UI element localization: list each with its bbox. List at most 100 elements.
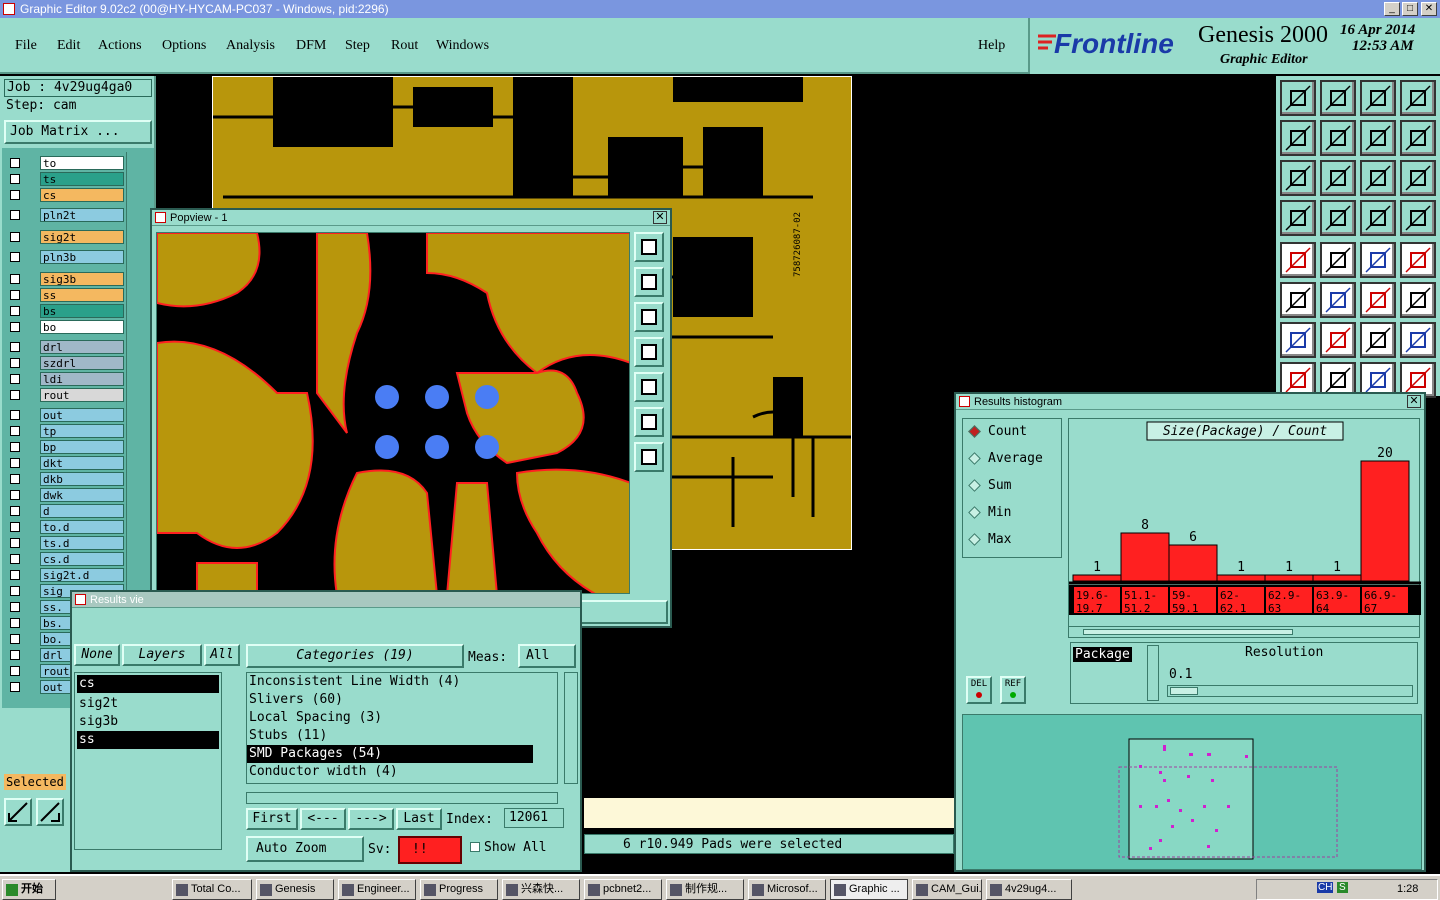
select-icon[interactable]	[1400, 242, 1436, 278]
pv-zoom-icon[interactable]	[634, 232, 664, 262]
layer-row[interactable]: bs	[6, 304, 126, 319]
first-button[interactable]: First	[246, 808, 298, 830]
layer-name[interactable]: sig2t	[40, 230, 124, 244]
result-layer-item[interactable]: ss	[77, 731, 219, 749]
taskbar-item[interactable]: Engineer...	[338, 879, 416, 900]
layer-row[interactable]: bp	[6, 440, 126, 455]
radio-diamond-icon[interactable]	[968, 506, 981, 519]
layer-checkbox[interactable]	[10, 174, 20, 184]
next-button[interactable]: --->	[348, 808, 394, 830]
package-scrollbar[interactable]	[1147, 645, 1159, 701]
layer-checkbox[interactable]	[10, 682, 20, 692]
layer-checkbox[interactable]	[10, 554, 20, 564]
menu-actions[interactable]: Actions	[98, 38, 142, 54]
center-icon[interactable]	[1320, 160, 1356, 196]
histogram-option[interactable]: Min	[966, 503, 1060, 523]
histogram-close-icon[interactable]: ✕	[1407, 395, 1421, 408]
histogram-bar[interactable]	[1312, 574, 1362, 582]
layer-name[interactable]: bp	[40, 440, 124, 454]
angle-icon[interactable]	[1280, 322, 1316, 358]
radio-diamond-icon[interactable]	[968, 479, 981, 492]
layer-checkbox[interactable]	[10, 586, 20, 596]
layer-checkbox[interactable]	[10, 342, 20, 352]
layer-checkbox[interactable]	[10, 602, 20, 612]
category-item[interactable]: Conductor width (4)	[247, 763, 557, 781]
histogram-option[interactable]: Average	[966, 449, 1060, 469]
taskbar-item[interactable]: 4v29ug4...	[986, 879, 1072, 900]
layer-name[interactable]: out	[40, 408, 124, 422]
category-item[interactable]: Inconsistent Line Width (4)	[247, 673, 557, 691]
layer-row[interactable]: drl	[6, 340, 126, 355]
measure-icon[interactable]	[36, 798, 64, 826]
layer-name[interactable]: pln2t	[40, 208, 124, 222]
layer-row[interactable]: pln3b	[6, 250, 126, 265]
histogram-option[interactable]: Count	[966, 422, 1060, 442]
layer-checkbox[interactable]	[10, 410, 20, 420]
taskbar-item[interactable]: Progress	[420, 879, 498, 900]
layer-row[interactable]: pln2t	[6, 208, 126, 223]
move-icon[interactable]	[1360, 282, 1396, 318]
histogram-bar[interactable]	[1216, 574, 1266, 582]
layer-name[interactable]: to.d	[40, 520, 124, 534]
results-layer-list[interactable]: cs sig2t sig3b ss	[74, 672, 222, 850]
taskbar-item[interactable]: pcbnet2...	[584, 879, 662, 900]
layer-name[interactable]: dwk	[40, 488, 124, 502]
taskbar-item[interactable]: 制作规...	[666, 879, 744, 900]
taskbar-item[interactable]: Microsof...	[748, 879, 826, 900]
pv-left-icon[interactable]	[634, 337, 664, 367]
histogram-option[interactable]: Max	[966, 530, 1060, 550]
layer-checkbox[interactable]	[10, 232, 20, 242]
layer-checkbox[interactable]	[10, 506, 20, 516]
resolution-slider-thumb[interactable]	[1170, 687, 1198, 695]
layer-row[interactable]: tp	[6, 424, 126, 439]
histogram-hscroll[interactable]	[1068, 626, 1420, 638]
menu-analysis[interactable]: Analysis	[226, 38, 275, 54]
layer-name[interactable]: szdrl	[40, 356, 124, 370]
layer-row[interactable]: sig2t.d	[6, 568, 126, 583]
layer-row[interactable]: out	[6, 408, 126, 423]
snap-icon[interactable]	[4, 798, 32, 826]
layer-name[interactable]: sig2t.d	[40, 568, 124, 582]
line-draw-icon[interactable]	[1320, 322, 1356, 358]
layer-row[interactable]: ldi	[6, 372, 126, 387]
layer-checkbox[interactable]	[10, 322, 20, 332]
menu-help[interactable]: Help	[978, 38, 1005, 54]
add-line-icon[interactable]	[1320, 242, 1356, 278]
overview-map[interactable]	[963, 715, 1423, 871]
layer-checkbox[interactable]	[10, 210, 20, 220]
histogram-bar[interactable]	[1264, 574, 1314, 582]
taskbar-item[interactable]: CAM_Gui...	[912, 879, 982, 900]
layer-checkbox[interactable]	[10, 650, 20, 660]
maximize-button[interactable]: □	[1402, 2, 1418, 16]
layer-name[interactable]: to	[40, 156, 124, 170]
layer-name[interactable]: ss	[40, 288, 124, 302]
layer-name[interactable]: rout	[40, 388, 124, 402]
meas-dropdown[interactable]: All	[518, 644, 576, 668]
menu-dfm[interactable]: DFM	[296, 38, 326, 54]
menu-rout[interactable]: Rout	[391, 38, 418, 54]
layer-name[interactable]: ts.d	[40, 536, 124, 550]
pan-right-icon[interactable]	[1320, 120, 1356, 156]
layer-checkbox[interactable]	[10, 358, 20, 368]
all-layers-button[interactable]: All	[204, 644, 240, 666]
layer-name[interactable]: ldi	[40, 372, 124, 386]
del-button[interactable]: DEL	[966, 676, 992, 704]
lang-indicator[interactable]: CH	[1317, 882, 1334, 893]
zoom-window-icon[interactable]	[1400, 80, 1436, 116]
layer-checkbox[interactable]	[10, 666, 20, 676]
sv-dropdown[interactable]: !!	[398, 836, 462, 864]
start-button[interactable]: 开始	[2, 879, 56, 900]
layer-name[interactable]: cs	[40, 188, 124, 202]
measure-tool-icon[interactable]	[1280, 200, 1316, 236]
category-item[interactable]: Slivers (60)	[247, 691, 557, 709]
layer-row[interactable]: ts	[6, 172, 126, 187]
snap-on-icon[interactable]	[1360, 200, 1396, 236]
close-button[interactable]: ✕	[1421, 2, 1437, 16]
layer-row[interactable]: dkb	[6, 472, 126, 487]
layer-checkbox[interactable]	[10, 252, 20, 262]
ruler-icon[interactable]	[1360, 242, 1396, 278]
layer-row[interactable]: dwk	[6, 488, 126, 503]
taskbar-item[interactable]: 兴森快...	[502, 879, 580, 900]
layer-checkbox[interactable]	[10, 190, 20, 200]
layer-checkbox[interactable]	[10, 538, 20, 548]
